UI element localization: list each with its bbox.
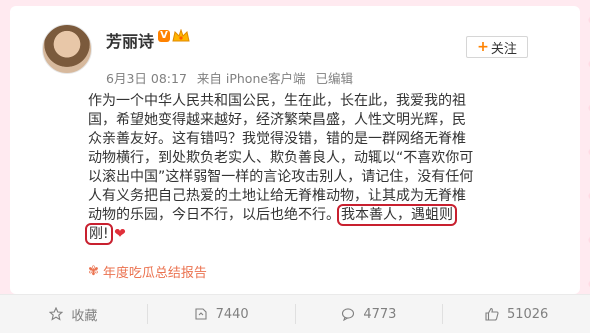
- post-line: 动物横行，到处欺负老实人、欺负善良人，动辄以“不喜欢你可: [88, 150, 474, 166]
- repost-icon: [195, 308, 207, 320]
- thumbs-up-icon: [485, 307, 499, 321]
- highlighted-phrase: 我本善人，遇蛆则: [337, 204, 457, 226]
- heart-icon: ❤: [114, 226, 126, 242]
- edited-label[interactable]: 已编辑: [316, 71, 354, 86]
- comment-count: 4773: [363, 306, 397, 322]
- post-line: 国，希望她变得越来越好，经济繁荣昌盛，人性文明光辉，民: [88, 112, 466, 128]
- timestamp[interactable]: 6月3日 08:17: [106, 71, 187, 86]
- star-icon: [49, 307, 64, 321]
- post-text: 作为一个中华人民共和国公民，生在此，长在此，我爱我的祖 国，希望她变得越来越好，…: [85, 92, 588, 245]
- post-line: 以滚出中国”这样弱智一样的言论攻击别人，请记住，没有任何: [88, 169, 474, 185]
- comment-icon: [342, 308, 355, 321]
- favorite-label: 收藏: [71, 308, 98, 324]
- like-button[interactable]: 51026: [443, 304, 590, 324]
- repost-count: 7440: [215, 306, 249, 322]
- verified-v-icon: V: [158, 30, 170, 42]
- post-line: 动物的乐园，今日不行，以后也绝不行。: [88, 207, 340, 223]
- summary-label: 年度吃瓜总结报告: [102, 266, 207, 281]
- crown-icon: [172, 29, 190, 42]
- summary-link[interactable]: ✾ 年度吃瓜总结报告: [88, 262, 207, 281]
- post-line: 作为一个中华人民共和国公民，生在此，长在此，我爱我的祖: [88, 93, 466, 109]
- highlighted-phrase-end: 刚!: [85, 223, 113, 245]
- post-line-last: 动物的乐园，今日不行，以后也绝不行。我本善人，遇蛆则: [88, 204, 588, 226]
- favorite-button[interactable]: 收藏: [0, 304, 148, 324]
- action-bar: 收藏 7440 4773 51026: [0, 294, 590, 333]
- post-line: 人有义务把自己热爱的土地让给无脊椎动物，让其成为无脊椎: [88, 188, 466, 204]
- author-name[interactable]: 芳丽诗: [106, 28, 154, 52]
- plus-icon: +: [477, 39, 489, 55]
- like-count: 51026: [506, 306, 549, 322]
- post-meta: 6月3日 08:17 来自 iPhone客户端 已编辑: [106, 68, 359, 87]
- follow-label: 关注: [490, 41, 517, 57]
- comment-button[interactable]: 4773: [296, 304, 444, 324]
- flower-icon: ✾: [88, 264, 99, 279]
- avatar[interactable]: [42, 24, 92, 74]
- post-line: 众亲善友好。这有错吗？我觉得没错，错的是一群网络无脊椎: [88, 131, 466, 147]
- repost-button[interactable]: 7440: [148, 304, 296, 324]
- source: 来自 iPhone客户端: [196, 71, 306, 86]
- post-line-final: 刚! ❤: [85, 223, 588, 245]
- follow-button[interactable]: + 关注: [466, 36, 528, 58]
